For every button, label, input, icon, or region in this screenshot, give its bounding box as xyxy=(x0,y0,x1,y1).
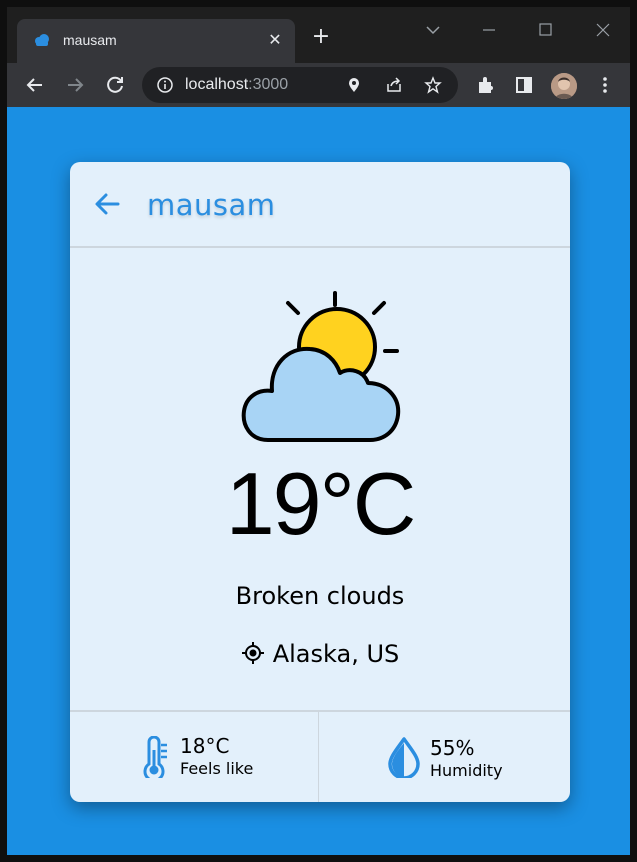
cloud-favicon-icon xyxy=(35,34,49,46)
close-tab-icon[interactable]: ✕ xyxy=(265,30,285,50)
extensions-icon[interactable] xyxy=(471,71,499,99)
profile-photo xyxy=(551,73,577,99)
humidity-stat: 55% Humidity xyxy=(320,712,569,802)
bookmark-star-icon[interactable] xyxy=(424,76,442,94)
browser-window: mausam ✕ + localhost:3000 mausam 19°C Br… xyxy=(7,7,630,855)
browser-tab[interactable]: mausam ✕ xyxy=(17,19,295,63)
tab-bar: mausam ✕ + xyxy=(7,7,630,63)
location-pin-icon[interactable] xyxy=(345,76,363,94)
weather-card: mausam 19°C Broken clouds Alaska, US 18°… xyxy=(70,162,570,802)
water-drop-icon xyxy=(388,737,420,778)
reload-icon[interactable] xyxy=(101,71,129,99)
tab-search-icon[interactable] xyxy=(413,15,453,45)
sun-behind-cloud-icon xyxy=(241,291,401,442)
maximize-icon[interactable] xyxy=(525,15,565,45)
weather-description: Broken clouds xyxy=(235,582,405,610)
url-port: :3000 xyxy=(248,76,289,93)
card-footer: 18°C Feels like 55% Humidity xyxy=(70,710,570,802)
side-panel-icon[interactable] xyxy=(510,71,538,99)
url-text: localhost:3000 xyxy=(185,76,288,94)
temperature: 19°C xyxy=(225,454,417,553)
more-menu-icon[interactable] xyxy=(591,71,619,99)
feels-like-stat: 18°C Feels like xyxy=(70,712,319,802)
feels-like-label: Feels like xyxy=(180,759,254,778)
app-title: mausam xyxy=(147,188,276,222)
address-bar[interactable]: localhost:3000 xyxy=(142,67,458,103)
close-window-icon[interactable] xyxy=(583,15,623,45)
forward-nav-icon[interactable] xyxy=(61,71,89,99)
arrow-left-icon[interactable] xyxy=(94,192,120,216)
url-host: localhost xyxy=(185,76,249,93)
share-icon[interactable] xyxy=(385,76,403,94)
feels-like-value: 18°C xyxy=(180,734,230,758)
humidity-value: 55% xyxy=(430,736,475,760)
card-header: mausam xyxy=(70,162,570,248)
new-tab-icon[interactable]: + xyxy=(309,26,333,50)
browser-toolbar: localhost:3000 xyxy=(7,63,630,107)
back-nav-icon[interactable] xyxy=(21,71,49,99)
humidity-label: Humidity xyxy=(430,761,503,780)
location: Alaska, US xyxy=(70,640,570,668)
location-text: Alaska, US xyxy=(272,640,400,668)
tab-title: mausam xyxy=(63,32,117,48)
info-icon[interactable] xyxy=(156,76,174,94)
thermometer-icon xyxy=(143,736,167,778)
profile-avatar[interactable] xyxy=(551,73,577,99)
minimize-icon[interactable] xyxy=(469,15,509,45)
crosshair-icon xyxy=(241,642,264,664)
